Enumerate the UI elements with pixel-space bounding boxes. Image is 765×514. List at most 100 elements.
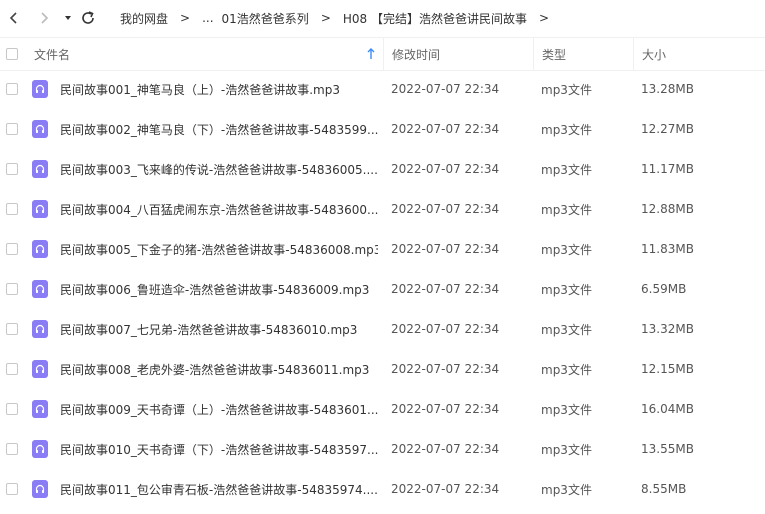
breadcrumb-level1[interactable]: 01浩然爸爸系列: [222, 10, 309, 27]
audio-file-icon: [32, 240, 48, 258]
file-type: mp3文件: [541, 362, 592, 377]
audio-file-icon: [32, 400, 48, 418]
file-size: 13.28MB: [641, 82, 694, 96]
select-all-cell: [6, 38, 18, 70]
row-checkbox[interactable]: [6, 443, 18, 455]
column-header-name[interactable]: 文件名: [34, 38, 374, 70]
row-checkbox[interactable]: [6, 243, 18, 255]
audio-file-icon: [32, 320, 48, 338]
select-all-checkbox[interactable]: [6, 48, 18, 60]
file-size: 13.55MB: [641, 442, 694, 456]
refresh-button[interactable]: [78, 8, 98, 28]
breadcrumb-root[interactable]: 我的网盘: [120, 10, 168, 27]
caret-down-icon: [65, 16, 71, 20]
file-mtime: 2022-07-07 22:34: [391, 162, 500, 176]
breadcrumb-separator: >: [320, 11, 331, 25]
file-name[interactable]: 民间故事005_下金子的猪-浩然爸爸讲故事-54836008.mp3: [60, 229, 378, 269]
breadcrumb: 我的网盘 > ... 01浩然爸爸系列 > H08 【完结】浩然爸爸讲民间故事 …: [120, 0, 561, 36]
column-header-name-label: 文件名: [34, 47, 71, 62]
row-checkbox[interactable]: [6, 403, 18, 415]
chevron-right-icon: [41, 12, 49, 24]
file-type: mp3文件: [541, 282, 592, 297]
file-name[interactable]: 民间故事002_神笔马良（下）-浩然爸爸讲故事-5483599...: [60, 109, 378, 149]
file-row[interactable]: 民间故事001_神笔马良（上）-浩然爸爸讲故事.mp3 2022-07-07 2…: [0, 69, 765, 109]
file-size: 12.27MB: [641, 122, 694, 136]
audio-file-icon: [32, 80, 48, 98]
refresh-icon: [82, 11, 94, 24]
row-checkbox[interactable]: [6, 323, 18, 335]
file-size: 11.83MB: [641, 242, 694, 256]
breadcrumb-separator: >: [180, 11, 191, 25]
breadcrumb-ellipsis[interactable]: ...: [202, 11, 213, 25]
file-size: 8.55MB: [641, 482, 687, 496]
file-row[interactable]: 民间故事007_七兄弟-浩然爸爸讲故事-54836010.mp3 2022-07…: [0, 309, 765, 349]
back-button[interactable]: [4, 8, 24, 28]
file-name[interactable]: 民间故事004_八百猛虎闹东京-浩然爸爸讲故事-5483600...: [60, 189, 378, 229]
audio-file-icon: [32, 120, 48, 138]
chevron-left-icon: [9, 12, 17, 24]
file-mtime: 2022-07-07 22:34: [391, 402, 500, 416]
file-row[interactable]: 民间故事008_老虎外婆-浩然爸爸讲故事-54836011.mp3 2022-0…: [0, 349, 765, 389]
breadcrumb-separator: >: [538, 11, 550, 25]
column-header-size[interactable]: 大小: [633, 38, 762, 70]
file-row[interactable]: 民间故事009_天书奇谭（上）-浩然爸爸讲故事-5483601... 2022-…: [0, 389, 765, 429]
breadcrumb-current[interactable]: H08 【完结】浩然爸爸讲民间故事: [343, 10, 527, 27]
file-type: mp3文件: [541, 402, 592, 417]
column-header-type[interactable]: 类型: [533, 38, 632, 70]
file-row[interactable]: 民间故事010_天书奇谭（下）-浩然爸爸讲故事-5483597... 2022-…: [0, 429, 765, 469]
forward-button[interactable]: [34, 8, 54, 28]
audio-file-icon: [32, 280, 48, 298]
history-dropdown-button[interactable]: [58, 8, 78, 28]
file-type: mp3文件: [541, 162, 592, 177]
audio-file-icon: [32, 160, 48, 178]
file-type: mp3文件: [541, 82, 592, 97]
file-row[interactable]: 民间故事003_飞来峰的传说-浩然爸爸讲故事-54836005.... 2022…: [0, 149, 765, 189]
file-name[interactable]: 民间故事008_老虎外婆-浩然爸爸讲故事-54836011.mp3: [60, 349, 378, 389]
row-checkbox[interactable]: [6, 163, 18, 175]
audio-file-icon: [32, 440, 48, 458]
audio-file-icon: [32, 200, 48, 218]
file-name[interactable]: 民间故事007_七兄弟-浩然爸爸讲故事-54836010.mp3: [60, 309, 378, 349]
row-checkbox[interactable]: [6, 203, 18, 215]
file-type: mp3文件: [541, 202, 592, 217]
file-name[interactable]: 民间故事006_鲁班造伞-浩然爸爸讲故事-54836009.mp3: [60, 269, 378, 309]
audio-file-icon: [32, 480, 48, 498]
file-type: mp3文件: [541, 442, 592, 457]
row-checkbox[interactable]: [6, 363, 18, 375]
file-type: mp3文件: [541, 122, 592, 137]
row-checkbox[interactable]: [6, 483, 18, 495]
file-type: mp3文件: [541, 322, 592, 337]
file-name[interactable]: 民间故事009_天书奇谭（上）-浩然爸爸讲故事-5483601...: [60, 389, 378, 429]
file-size: 16.04MB: [641, 402, 694, 416]
file-type: mp3文件: [541, 482, 592, 497]
file-row[interactable]: 民间故事006_鲁班造伞-浩然爸爸讲故事-54836009.mp3 2022-0…: [0, 269, 765, 309]
audio-file-icon: [32, 360, 48, 378]
file-name[interactable]: 民间故事001_神笔马良（上）-浩然爸爸讲故事.mp3: [60, 69, 378, 109]
file-size: 13.32MB: [641, 322, 694, 336]
file-mtime: 2022-07-07 22:34: [391, 122, 500, 136]
row-checkbox[interactable]: [6, 283, 18, 295]
file-row[interactable]: 民间故事002_神笔马良（下）-浩然爸爸讲故事-5483599... 2022-…: [0, 109, 765, 149]
file-list: 民间故事001_神笔马良（上）-浩然爸爸讲故事.mp3 2022-07-07 2…: [0, 69, 765, 509]
file-mtime: 2022-07-07 22:34: [391, 202, 500, 216]
row-checkbox[interactable]: [6, 83, 18, 95]
file-name[interactable]: 民间故事003_飞来峰的传说-浩然爸爸讲故事-54836005....: [60, 149, 378, 189]
file-mtime: 2022-07-07 22:34: [391, 482, 500, 496]
column-header-type-label: 类型: [542, 47, 567, 62]
file-size: 6.59MB: [641, 282, 687, 296]
file-size: 12.88MB: [641, 202, 694, 216]
row-checkbox[interactable]: [6, 123, 18, 135]
file-mtime: 2022-07-07 22:34: [391, 362, 500, 376]
sort-ascending-icon[interactable]: [366, 47, 376, 61]
column-header-mtime-label: 修改时间: [392, 47, 441, 62]
file-name[interactable]: 民间故事011_包公审青石板-浩然爸爸讲故事-54835974....: [60, 469, 378, 509]
file-mtime: 2022-07-07 22:34: [391, 322, 500, 336]
file-size: 11.17MB: [641, 162, 694, 176]
file-name[interactable]: 民间故事010_天书奇谭（下）-浩然爸爸讲故事-5483597...: [60, 429, 378, 469]
file-row[interactable]: 民间故事004_八百猛虎闹东京-浩然爸爸讲故事-5483600... 2022-…: [0, 189, 765, 229]
column-header-mtime[interactable]: 修改时间: [383, 38, 532, 70]
top-navigation-bar: 我的网盘 > ... 01浩然爸爸系列 > H08 【完结】浩然爸爸讲民间故事 …: [0, 0, 765, 36]
file-row[interactable]: 民间故事011_包公审青石板-浩然爸爸讲故事-54835974.... 2022…: [0, 469, 765, 509]
file-mtime: 2022-07-07 22:34: [391, 82, 500, 96]
file-row[interactable]: 民间故事005_下金子的猪-浩然爸爸讲故事-54836008.mp3 2022-…: [0, 229, 765, 269]
